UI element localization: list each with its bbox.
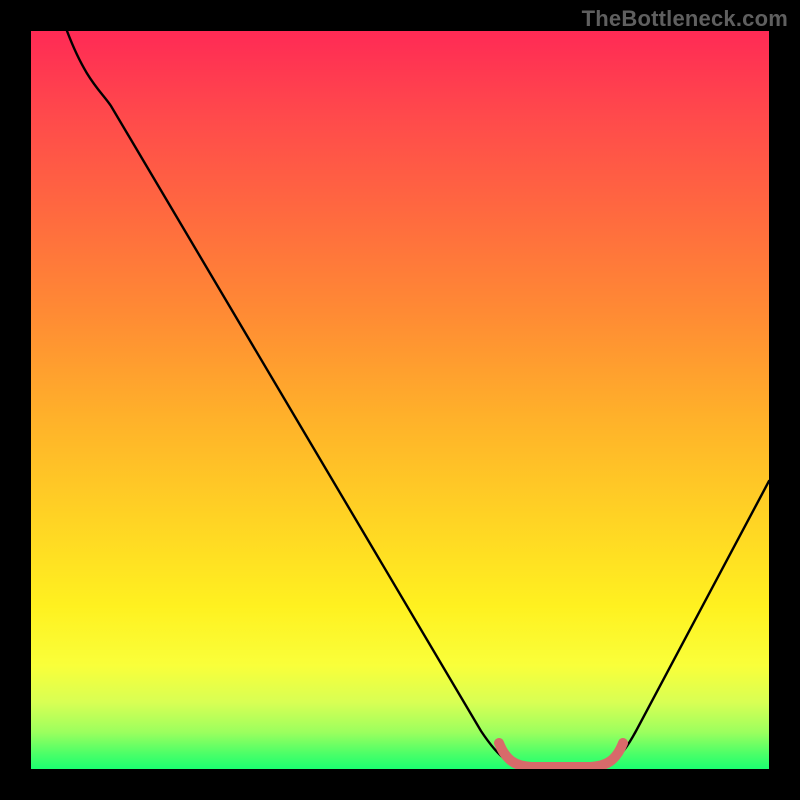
bottleneck-curve (67, 31, 769, 767)
chart-svg (31, 31, 769, 769)
watermark-text: TheBottleneck.com (582, 6, 788, 32)
optimal-range-marker (499, 743, 623, 767)
chart-frame: TheBottleneck.com (0, 0, 800, 800)
chart-plot-area (31, 31, 769, 769)
